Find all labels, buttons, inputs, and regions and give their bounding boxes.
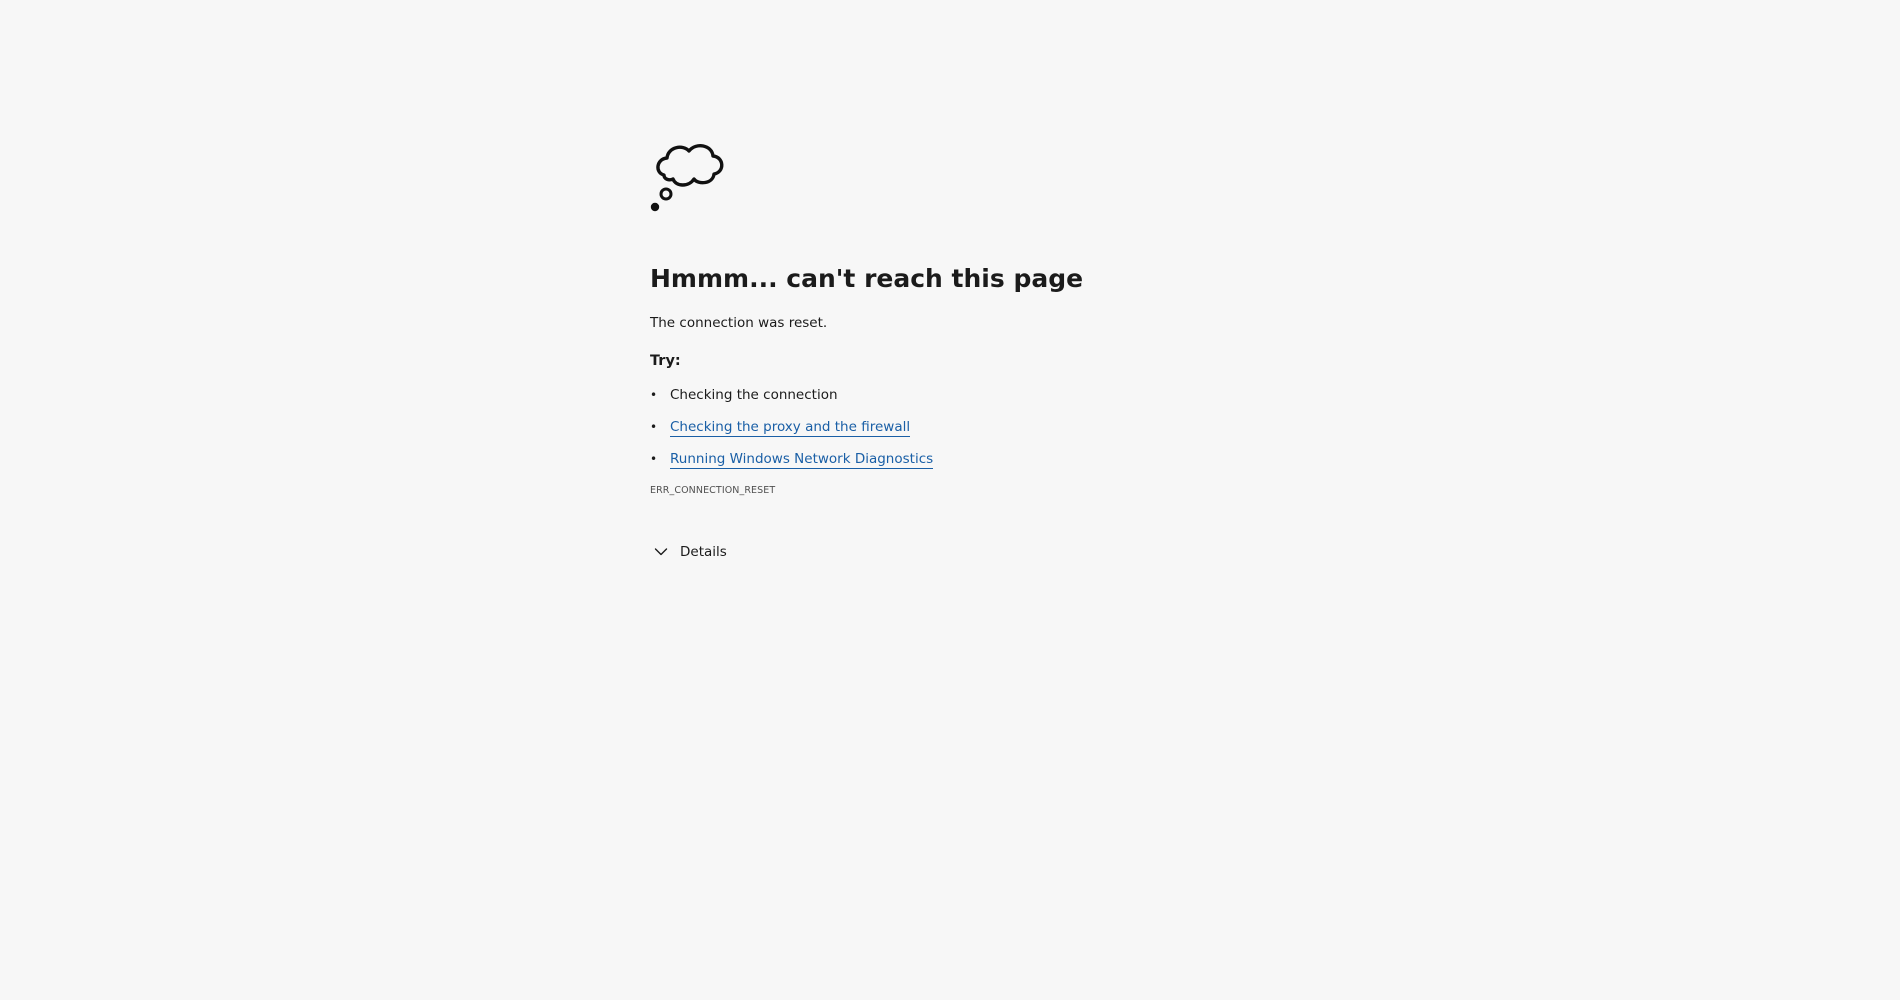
- try-label: Try:: [650, 353, 681, 369]
- details-label: Details: [680, 544, 727, 560]
- proxy-firewall-link[interactable]: Checking the proxy and the firewall: [670, 419, 911, 437]
- suggestion-check-proxy-firewall: Checking the proxy and the firewall: [650, 417, 1350, 437]
- suggestion-network-diagnostics: Running Windows Network Diagnostics: [650, 449, 1350, 469]
- error-page-content: Hmmm... can't reach this page The connec…: [650, 139, 1350, 563]
- suggestion-check-connection: Checking the connection: [650, 385, 1350, 405]
- error-code: ERR_CONNECTION_RESET: [650, 485, 776, 496]
- page-title: Hmmm... can't reach this page: [650, 264, 1084, 293]
- suggestion-text: Checking the connection: [670, 387, 838, 403]
- error-message: The connection was reset.: [650, 315, 828, 331]
- network-diagnostics-link[interactable]: Running Windows Network Diagnostics: [670, 451, 934, 469]
- thought-cloud-icon: [650, 139, 1350, 213]
- suggestion-list: Checking the connection Checking the pro…: [650, 385, 1350, 469]
- details-toggle-button[interactable]: Details: [650, 542, 727, 562]
- chevron-down-icon: [654, 548, 668, 556]
